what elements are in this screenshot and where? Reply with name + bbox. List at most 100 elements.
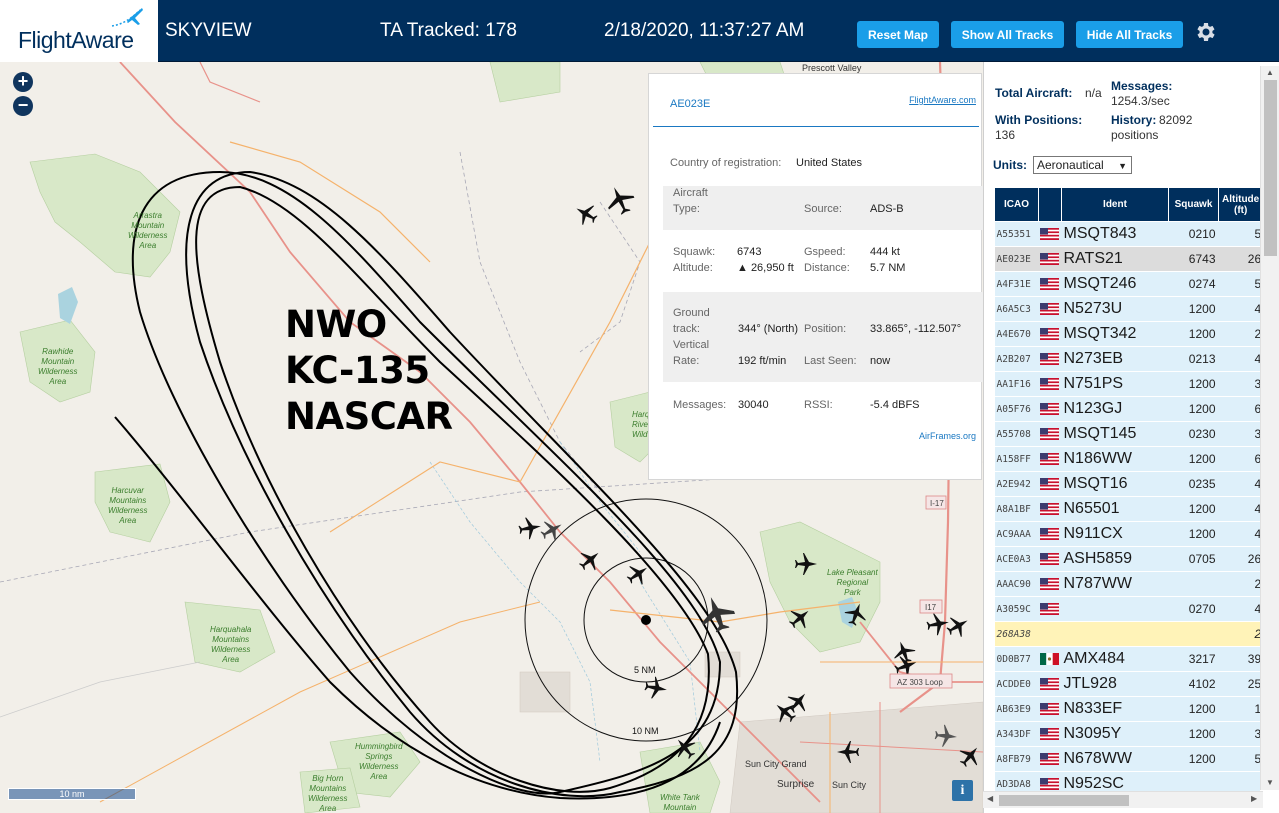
country-row: Country of registration: United States xyxy=(663,156,983,174)
table-row[interactable]: A4E670 MSQT34212002,400 xyxy=(994,321,1260,347)
cell-squawk: 0705 xyxy=(1168,546,1219,572)
us-flag-icon xyxy=(1039,428,1059,441)
cell-ident: MSQT843 xyxy=(1061,221,1169,247)
scroll-left-icon[interactable]: ◀ xyxy=(987,794,993,803)
label-lake-pleasant: Lake Pleasant Regional Park xyxy=(827,568,878,597)
cell-icao: A343DF xyxy=(994,721,1039,747)
cell-altitude: 3,600 xyxy=(1218,721,1260,747)
table-row[interactable]: AB63E9 N833EF12001,450 xyxy=(994,696,1260,722)
type-source-row: Aircraft Type: Source: ADS-B xyxy=(663,186,983,230)
flightaware-logo[interactable]: FlightAware xyxy=(0,0,158,62)
cell-flag xyxy=(1038,571,1062,597)
cell-ident: AMX484 xyxy=(1061,646,1169,672)
col-flag[interactable] xyxy=(1038,187,1062,222)
aircraft-table: ICAO Ident Squawk Altitude (ft) A55351 MS… xyxy=(994,187,1260,792)
table-row[interactable]: A05F76 N123GJ12006,475 xyxy=(994,396,1260,422)
label-white-tank: White Tank Mountain xyxy=(660,793,700,812)
us-flag-icon xyxy=(1039,328,1059,341)
vertical-scrollbar[interactable]: ▲ ▼ xyxy=(1260,66,1279,790)
table-row[interactable]: A2B207 N273EB02134,750 xyxy=(994,346,1260,372)
cell-altitude: 1,450 xyxy=(1218,696,1260,722)
zoom-out-button[interactable]: − xyxy=(13,96,33,116)
flightaware-link[interactable]: FlightAware.com xyxy=(909,95,976,105)
us-flag-icon xyxy=(1039,778,1059,791)
table-row[interactable]: A3059C 02704,400 xyxy=(994,596,1260,622)
cell-altitude: 4,350 xyxy=(1218,496,1260,522)
col-ident[interactable]: Ident xyxy=(1061,187,1169,222)
units-select[interactable]: Aeronautical ▼ xyxy=(1033,156,1132,174)
table-row[interactable]: A343DF N3095Y12003,600 xyxy=(994,721,1260,747)
cell-icao: AAAC90 xyxy=(994,571,1039,597)
cell-icao: A2E942 xyxy=(994,471,1039,497)
cell-flag xyxy=(1038,546,1062,572)
cell-altitude: 26,950 xyxy=(1218,246,1260,272)
cell-ident: N65501 xyxy=(1061,496,1169,522)
table-row[interactable]: 268A38 2,900 xyxy=(994,621,1260,647)
zoom-in-button[interactable]: + xyxy=(13,72,33,92)
cell-icao: A05F76 xyxy=(994,396,1039,422)
distance-value: 5.7 NM xyxy=(870,262,906,274)
airframes-link[interactable]: AirFrames.org xyxy=(919,431,976,441)
col-altitude-label: Altitude xyxy=(1222,193,1260,205)
label-harcuvar: Harcuvar Mountains Wilderness Area xyxy=(108,486,148,525)
cell-ident: N787WW xyxy=(1061,571,1169,597)
scroll-right-icon[interactable]: ▶ xyxy=(1251,794,1257,803)
cell-altitude: 6,475 xyxy=(1218,396,1260,422)
table-header-row: ICAO Ident Squawk Altitude (ft) xyxy=(994,187,1260,222)
table-row[interactable]: A6A5C3 N5273U12004,900 xyxy=(994,296,1260,322)
road-shield-i17-b: I17 xyxy=(925,603,937,612)
col-icao[interactable]: ICAO xyxy=(994,187,1039,222)
table-row[interactable]: A55708 MSQT14502303,400 xyxy=(994,421,1260,447)
table-row[interactable]: ACE0A3 ASH5859070526,425 xyxy=(994,546,1260,572)
cell-squawk: 0210 xyxy=(1168,221,1219,247)
cell-flag xyxy=(1038,696,1062,722)
table-row[interactable]: 0D0B77 AMX484321739,625 xyxy=(994,646,1260,672)
table-row[interactable]: AE023E RATS21674326,950 xyxy=(994,246,1260,272)
cell-squawk: 0213 xyxy=(1168,346,1219,372)
table-row[interactable]: A158FF N186WW12006,400 xyxy=(994,446,1260,472)
table-row[interactable]: A8FB79 N678WW12005,400 xyxy=(994,746,1260,772)
cell-icao: ACE0A3 xyxy=(994,546,1039,572)
cell-flag xyxy=(1038,746,1062,772)
gear-icon[interactable] xyxy=(1193,20,1217,44)
cell-ident: MSQT246 xyxy=(1061,271,1169,297)
cell-altitude: 4,400 xyxy=(1218,596,1260,622)
logo-text: FlightAware xyxy=(18,27,134,53)
cell-ident: N273EB xyxy=(1061,346,1169,372)
cell-flag xyxy=(1038,396,1062,422)
map-info-button[interactable]: i xyxy=(952,780,973,801)
cell-icao: A55708 xyxy=(994,421,1039,447)
scroll-down-icon[interactable]: ▼ xyxy=(1266,778,1274,787)
table-row[interactable]: ACDDE0 JTL928410225,000 xyxy=(994,671,1260,697)
cell-icao: AC9AAA xyxy=(994,521,1039,547)
horizontal-scrollbar[interactable]: ◀ ▶ xyxy=(983,791,1263,808)
table-row[interactable]: A55351 MSQT84302105,400 xyxy=(994,221,1260,247)
cell-ident: N678WW xyxy=(1061,746,1169,772)
col-altitude[interactable]: Altitude (ft) xyxy=(1218,187,1260,222)
cell-squawk: 1200 xyxy=(1168,746,1219,772)
cell-icao: A2B207 xyxy=(994,346,1039,372)
table-row[interactable]: AD3DA8 N952SC 775 xyxy=(994,771,1260,792)
table-row[interactable]: AA1F16 N751PS12003,250 xyxy=(994,371,1260,397)
label-river-wilderness: Harq Rive Wild xyxy=(632,410,650,439)
scroll-up-icon[interactable]: ▲ xyxy=(1266,68,1274,77)
us-flag-icon xyxy=(1039,228,1059,241)
table-row[interactable]: A8A1BF N6550112004,350 xyxy=(994,496,1260,522)
hide-all-tracks-button[interactable]: Hide All Tracks xyxy=(1076,21,1183,48)
hscroll-thumb[interactable] xyxy=(999,795,1129,806)
table-row[interactable]: A4F31E MSQT24602745,400 xyxy=(994,271,1260,297)
aircraft-table-container[interactable]: ICAO Ident Squawk Altitude (ft) A55351 MS… xyxy=(994,187,1260,792)
us-flag-icon xyxy=(1039,603,1059,616)
cell-squawk: 6743 xyxy=(1168,246,1219,272)
scroll-thumb[interactable] xyxy=(1264,80,1277,256)
table-row[interactable]: AAAC90 N787WW 2,675 xyxy=(994,571,1260,597)
cell-altitude: 2,900 xyxy=(1218,621,1260,647)
table-row[interactable]: AC9AAA N911CX12004,000 xyxy=(994,521,1260,547)
table-row[interactable]: A2E942 MSQT1602354,500 xyxy=(994,471,1260,497)
cell-squawk: 1200 xyxy=(1168,396,1219,422)
us-flag-icon xyxy=(1039,303,1059,316)
selected-aircraft-panel: AE023E FlightAware.com Country of regist… xyxy=(648,73,983,480)
reset-map-button[interactable]: Reset Map xyxy=(857,21,939,48)
show-all-tracks-button[interactable]: Show All Tracks xyxy=(951,21,1064,48)
col-squawk[interactable]: Squawk xyxy=(1168,187,1219,222)
